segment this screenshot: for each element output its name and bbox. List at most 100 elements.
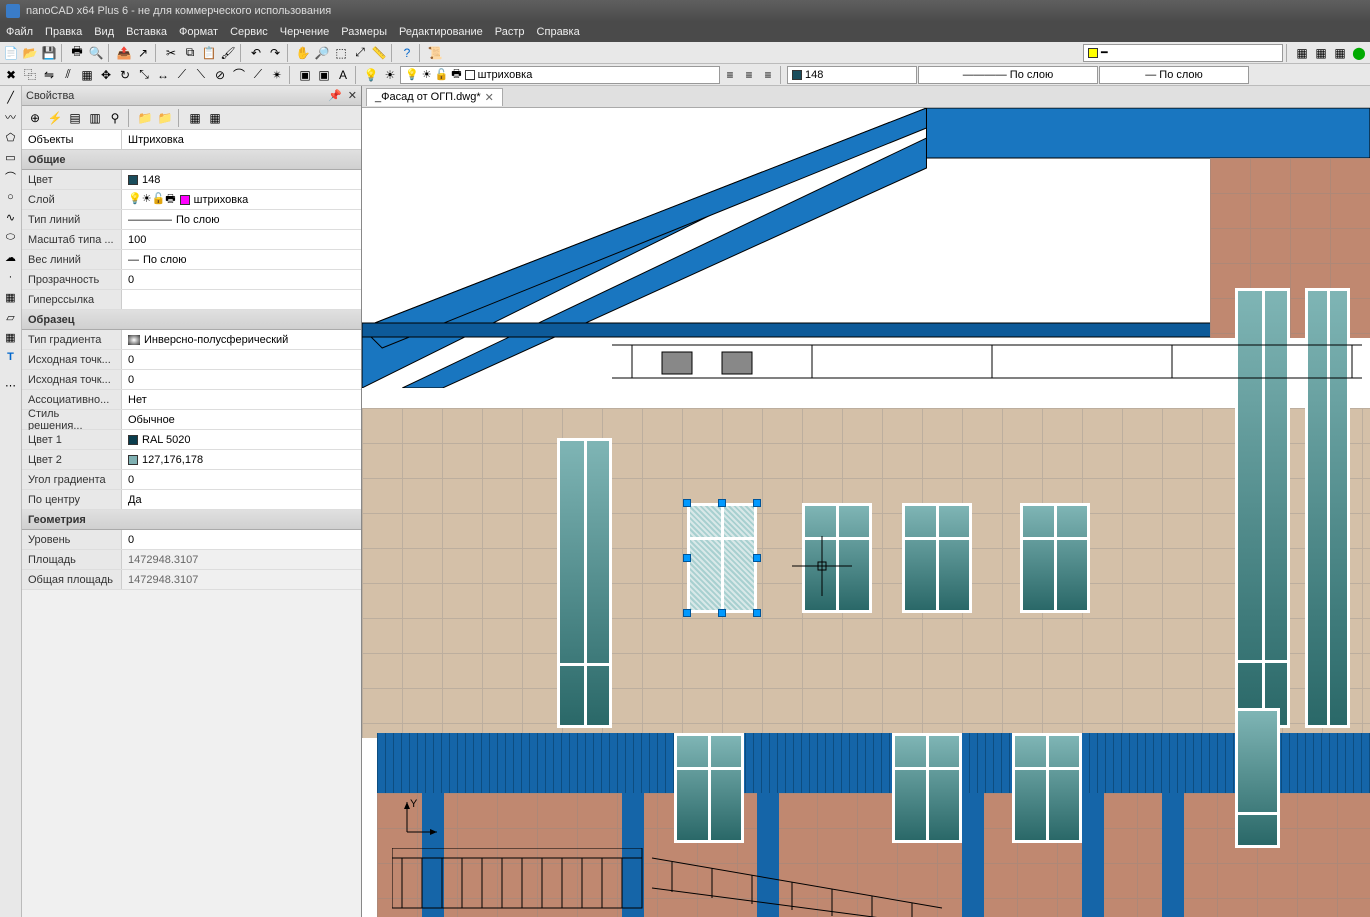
menu-raster[interactable]: Растр xyxy=(495,26,525,38)
extend-icon[interactable]: ⟍ xyxy=(192,66,210,84)
cut-icon[interactable]: ✂ xyxy=(162,44,180,62)
color-combo[interactable]: 148 xyxy=(787,66,917,84)
menu-modify[interactable]: Редактирование xyxy=(399,26,483,38)
pc-icon[interactable]: ▦ xyxy=(186,109,204,127)
circle-icon[interactable]: ○ xyxy=(2,188,20,206)
open-icon[interactable]: 📂 xyxy=(21,44,39,62)
grip-bm[interactable] xyxy=(718,609,726,617)
close-tab-icon[interactable]: ✕ xyxy=(485,91,494,104)
layer-combo[interactable]: 💡☀🔓🖶 штриховка xyxy=(400,66,720,84)
layer-icon-b[interactable]: ▦ xyxy=(1312,44,1330,62)
list1-icon[interactable]: ▤ xyxy=(66,109,84,127)
pd-icon[interactable]: ▦ xyxy=(206,109,224,127)
new-icon[interactable]: 📄 xyxy=(2,44,20,62)
script-icon[interactable]: 📜 xyxy=(426,44,444,62)
ltype-combo[interactable]: ———— По слою xyxy=(918,66,1098,84)
menu-format[interactable]: Формат xyxy=(179,26,218,38)
layer-icon-c[interactable]: ▦ xyxy=(1331,44,1349,62)
print-icon[interactable]: 🖶 xyxy=(68,44,86,62)
pb-icon[interactable]: 📁 xyxy=(156,109,174,127)
prop-gradtype-value[interactable]: Инверсно-полусферический xyxy=(122,330,361,349)
attdef-icon[interactable]: A xyxy=(334,66,352,84)
mtext-icon[interactable]: T xyxy=(2,348,20,366)
menu-draw[interactable]: Черчение xyxy=(280,26,330,38)
pa-icon[interactable]: 📁 xyxy=(136,109,154,127)
prop-hyper-value[interactable] xyxy=(122,290,361,309)
array-icon[interactable]: ▦ xyxy=(78,66,96,84)
table-icon[interactable]: ▦ xyxy=(2,328,20,346)
arc-icon[interactable]: ⌒ xyxy=(2,168,20,186)
window-selected[interactable] xyxy=(687,503,757,613)
region-icon[interactable]: ▱ xyxy=(2,308,20,326)
explode-icon[interactable]: ✴ xyxy=(268,66,286,84)
laytool1-icon[interactable]: ≡ xyxy=(721,66,739,84)
prop-elev-value[interactable]: 0 xyxy=(122,530,361,549)
prop-orig1-value[interactable]: 0 xyxy=(122,350,361,369)
objects-value[interactable]: Штриховка xyxy=(122,130,361,149)
block-icon[interactable]: ▣ xyxy=(296,66,314,84)
document-tab[interactable]: _Фасад от ОГП.dwg* ✕ xyxy=(366,88,503,106)
undo-icon[interactable]: ↶ xyxy=(247,44,265,62)
scale-icon[interactable]: ⤡ xyxy=(135,66,153,84)
stretch-icon[interactable]: ↔ xyxy=(154,66,172,84)
copy2-icon[interactable]: ⿻ xyxy=(21,66,39,84)
chamfer-icon[interactable]: ⟋ xyxy=(249,66,267,84)
prop-color1-value[interactable]: RAL 5020 xyxy=(122,430,361,449)
pick-icon[interactable]: ⊕ xyxy=(26,109,44,127)
prop-color-value[interactable]: 148 xyxy=(122,170,361,189)
measure-icon[interactable]: 📏 xyxy=(370,44,388,62)
layeroff-icon[interactable]: ☀ xyxy=(381,66,399,84)
group-general[interactable]: Общие xyxy=(22,150,361,170)
group-geometry[interactable]: Геометрия xyxy=(22,510,361,530)
rect-icon[interactable]: ▭ xyxy=(2,148,20,166)
publish-icon[interactable]: 📤 xyxy=(115,44,133,62)
offset-icon[interactable]: ⫽ xyxy=(59,66,77,84)
grip-tm[interactable] xyxy=(718,499,726,507)
layer-icon-a[interactable]: ▦ xyxy=(1293,44,1311,62)
pan-icon[interactable]: ✋ xyxy=(294,44,312,62)
block2-icon[interactable]: ▣ xyxy=(315,66,333,84)
point-icon[interactable]: · xyxy=(2,268,20,286)
prop-island-value[interactable]: Обычное xyxy=(122,410,361,429)
grip-br[interactable] xyxy=(753,609,761,617)
grip-mr[interactable] xyxy=(753,554,761,562)
zoom-rt-icon[interactable]: 🔎 xyxy=(313,44,331,62)
menu-insert[interactable]: Вставка xyxy=(126,26,167,38)
layer-icon-d[interactable]: ⬤ xyxy=(1350,44,1368,62)
prop-lweight-value[interactable]: — По слою xyxy=(122,250,361,269)
paste-icon[interactable]: 📋 xyxy=(200,44,218,62)
drawing-viewport[interactable]: Y xyxy=(362,108,1370,917)
group-pattern[interactable]: Образец xyxy=(22,310,361,330)
laytool3-icon[interactable]: ≡ xyxy=(759,66,777,84)
menu-dim[interactable]: Размеры xyxy=(341,26,387,38)
zoom-ext-icon[interactable]: ⤢ xyxy=(351,44,369,62)
preview-icon[interactable]: 🔍 xyxy=(87,44,105,62)
menu-tools[interactable]: Сервис xyxy=(230,26,268,38)
fillet-icon[interactable]: ⌒ xyxy=(230,66,248,84)
lweight-combo[interactable]: — По слою xyxy=(1099,66,1249,84)
break-icon[interactable]: ⊘ xyxy=(211,66,229,84)
ellipse-icon[interactable]: ⬭ xyxy=(2,228,20,246)
grip-ml[interactable] xyxy=(683,554,691,562)
prop-color2-value[interactable]: 127,176,178 xyxy=(122,450,361,469)
rotate-icon[interactable]: ↻ xyxy=(116,66,134,84)
prop-ltype-value[interactable]: ———— По слою xyxy=(122,210,361,229)
hatch-icon[interactable]: ▦ xyxy=(2,288,20,306)
prop-assoc-value[interactable]: Нет xyxy=(122,390,361,409)
menu-file[interactable]: Файл xyxy=(6,26,33,38)
trim-icon[interactable]: ⟋ xyxy=(173,66,191,84)
polygon-icon[interactable]: ⬠ xyxy=(2,128,20,146)
help-icon[interactable]: ? xyxy=(398,44,416,62)
prop-gradang-value[interactable]: 0 xyxy=(122,470,361,489)
cloud-icon[interactable]: ☁ xyxy=(2,248,20,266)
redo-icon[interactable]: ↷ xyxy=(266,44,284,62)
close-panel-icon[interactable]: ✕ xyxy=(348,89,357,102)
quick-icon[interactable]: ⚡ xyxy=(46,109,64,127)
spline-icon[interactable]: ∿ xyxy=(2,208,20,226)
prop-orig2-value[interactable]: 0 xyxy=(122,370,361,389)
export-icon[interactable]: ↗ xyxy=(134,44,152,62)
save-icon[interactable]: 💾 xyxy=(40,44,58,62)
pline-icon[interactable]: 〰 xyxy=(2,108,20,126)
layerprop-icon[interactable]: 💡 xyxy=(362,66,380,84)
zoom-win-icon[interactable]: ⬚ xyxy=(332,44,350,62)
